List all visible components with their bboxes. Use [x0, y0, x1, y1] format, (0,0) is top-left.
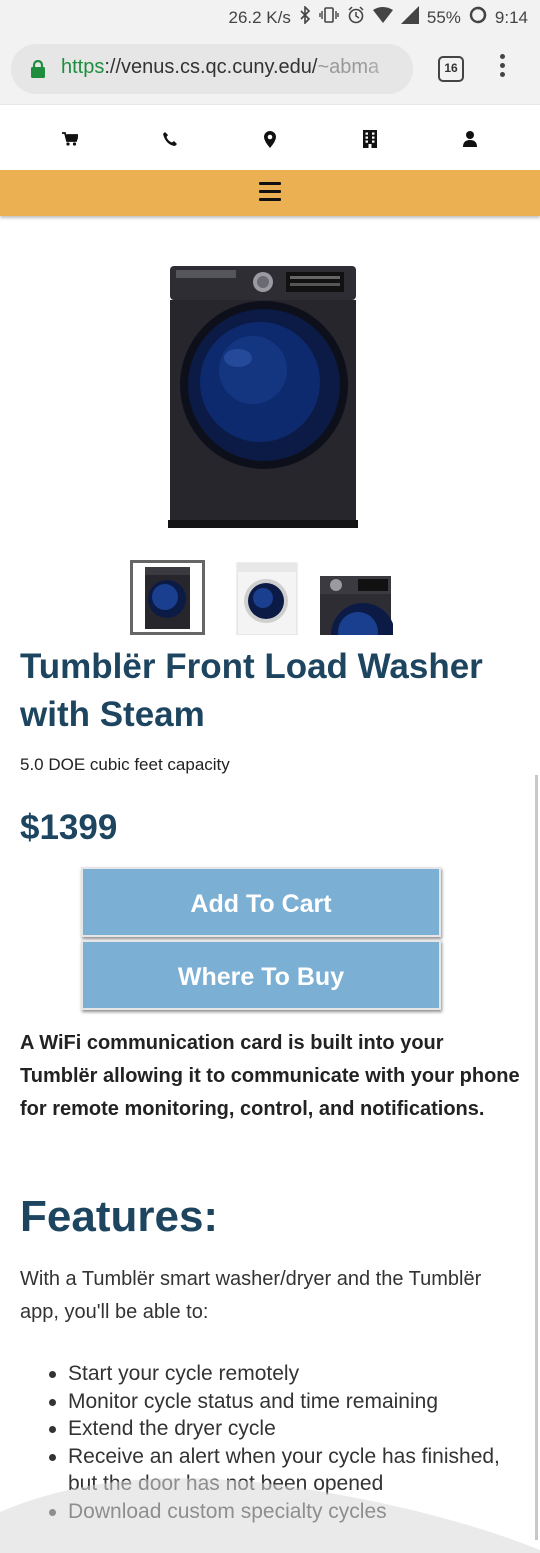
thumbnail-3[interactable]: [318, 560, 395, 667]
add-to-cart-button[interactable]: Add To Cart: [81, 867, 441, 937]
scrollbar[interactable]: [535, 775, 538, 1540]
building-icon[interactable]: [358, 127, 382, 151]
product-capacity: 5.0 DOE cubic feet capacity: [20, 755, 230, 774]
battery-icon: [469, 6, 487, 29]
product-title: Tumblër Front Load Washer with Steam: [20, 647, 483, 734]
battery-percent: 55%: [426, 7, 461, 27]
url-text: https://venus.cs.qc.cuny.edu/~abma: [61, 56, 380, 78]
status-bar: 26.2 K/s 55% 9:14: [0, 0, 540, 34]
url-field[interactable]: https://venus.cs.qc.cuny.edu/~abma: [11, 44, 413, 94]
cart-icon[interactable]: [58, 127, 82, 151]
bluetooth-icon: [299, 5, 311, 29]
browser-toolbar: https://venus.cs.qc.cuny.edu/~abma 16: [0, 34, 540, 104]
network-speed: 26.2 K/s: [228, 7, 291, 27]
user-icon[interactable]: [458, 127, 482, 151]
map-pin-icon[interactable]: [258, 127, 282, 151]
vibrate-icon: [319, 6, 339, 29]
list-item: Receive an alert when your cycle has fin…: [48, 1443, 518, 1498]
list-item: Download custom specialty cycles: [48, 1498, 518, 1526]
list-item: Monitor cycle status and time remaining: [48, 1388, 518, 1416]
product-price: $1399: [20, 808, 118, 847]
where-to-buy-button[interactable]: Where To Buy: [81, 940, 441, 1010]
features-list: Start your cycle remotely Monitor cycle …: [48, 1360, 518, 1525]
tab-switcher-button[interactable]: 16: [438, 56, 464, 82]
menu-bar: [0, 170, 540, 216]
features-intro: With a Tumblër smart washer/dryer and th…: [20, 1268, 482, 1323]
features-heading: Features:: [20, 1192, 219, 1241]
phone-icon[interactable]: [158, 127, 182, 151]
site-nav: [0, 104, 540, 170]
signal-icon: [400, 6, 419, 29]
thumbnail-1[interactable]: [130, 560, 205, 635]
thumbnail-2[interactable]: [230, 560, 305, 636]
wifi-icon: [372, 7, 393, 28]
more-options-icon[interactable]: [496, 54, 508, 84]
lock-icon: [31, 59, 45, 83]
clock: 9:14: [494, 7, 528, 27]
list-item: Start your cycle remotely: [48, 1360, 518, 1388]
product-image: [168, 262, 358, 530]
alarm-icon: [347, 6, 365, 29]
list-item: Extend the dryer cycle: [48, 1415, 518, 1443]
product-description: A WiFi communication card is built into …: [20, 1032, 520, 1120]
hamburger-menu-icon[interactable]: [259, 182, 281, 206]
